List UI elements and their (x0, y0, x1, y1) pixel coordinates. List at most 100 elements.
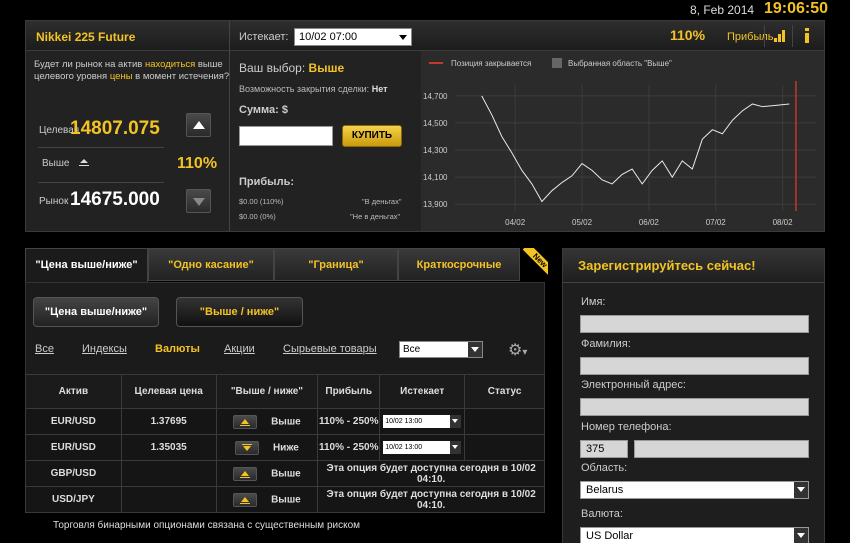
arrow-up-icon (193, 121, 205, 129)
header-divider (764, 25, 765, 47)
chevron-down-icon (450, 415, 462, 428)
col-target[interactable]: Целевая цена (120, 374, 217, 409)
new-badge: New (518, 248, 548, 278)
col-expires[interactable]: Истекает (379, 374, 466, 409)
chevron-down-icon (794, 528, 808, 543)
arrow-down-icon[interactable] (234, 440, 259, 455)
cell-expires: 10/02 13:00 (379, 408, 466, 435)
chevron-down-icon (468, 342, 482, 357)
subtab-high-low[interactable]: "Цена выше/ниже" (33, 297, 159, 327)
profit-itm-label: "В деньгах" (362, 197, 402, 206)
cell-expires: 10/02 13:00 (379, 434, 466, 461)
table-row[interactable]: GBP/USD Выше Эта опция будет доступна се… (25, 460, 545, 487)
cell-asset: EUR/USD (25, 434, 122, 461)
higher-button[interactable] (186, 113, 211, 137)
registration-title: Зарегистрируйтесь сейчас! (563, 249, 824, 283)
region-label: Область: (581, 462, 628, 474)
header-divider (792, 25, 793, 47)
arrow-up-icon[interactable] (233, 466, 258, 481)
arrow-up-icon[interactable] (233, 414, 258, 429)
direction-percent: 110% (177, 155, 218, 172)
cell-target: 1.37695 (120, 408, 217, 435)
filter-commodities[interactable]: Сырьевые товары (283, 343, 377, 355)
currency-label: Валюта: (581, 508, 623, 520)
y-tick-label: 14,100 (423, 173, 448, 182)
phone-number-input[interactable] (634, 440, 809, 458)
expiry-select[interactable]: 10/02 07:00 (294, 28, 412, 46)
tab-boundary[interactable]: "Граница" (274, 248, 398, 281)
col-asset[interactable]: Актив (25, 374, 122, 409)
cell-target: 1.35035 (120, 434, 217, 461)
region-select[interactable]: Belarus (580, 481, 809, 499)
subtab-above-below[interactable]: "Выше / ниже" (176, 297, 303, 327)
currency-select[interactable]: US Dollar (580, 527, 809, 543)
close-option-text: Возможность закрытия сделки: Нет (239, 84, 388, 94)
header-divider (229, 21, 230, 51)
price-series-line (481, 95, 790, 203)
trading-panel: Nikkei 225 Future Истекает: 10/02 07:00 … (25, 20, 850, 232)
chevron-down-icon (450, 441, 462, 454)
arrow-up-small-icon (79, 159, 89, 167)
cell-status (464, 434, 545, 461)
tab-one-touch[interactable]: "Одно касание" (148, 248, 274, 281)
arrow-up-icon[interactable] (233, 492, 258, 507)
info-icon[interactable] (803, 28, 811, 44)
currency-value: US Dollar (586, 530, 634, 542)
last-name-input[interactable] (580, 357, 809, 375)
cell-asset: USD/JPY (25, 486, 122, 513)
filter-select[interactable]: Все (399, 341, 483, 358)
row-expiry-select[interactable]: 10/02 13:00 (383, 415, 462, 428)
cell-asset: GBP/USD (25, 460, 122, 487)
y-tick-label: 13,900 (423, 200, 448, 209)
arrow-down-icon (193, 198, 205, 206)
cell-availability: Эта опция будет доступна сегодня в 10/02… (317, 486, 545, 513)
email-input[interactable] (580, 398, 809, 416)
filter-all[interactable]: Все (35, 343, 54, 355)
payout-percent: 110% (670, 27, 706, 43)
lower-button[interactable] (186, 189, 211, 213)
cell-direction: Выше (215, 486, 319, 513)
current-time: 19:06:50 (764, 0, 829, 17)
x-tick-label: 06/02 (639, 218, 660, 227)
question-text: Будет ли рынок на актив находиться выше … (34, 59, 230, 82)
table-row[interactable]: USD/JPY Выше Эта опция будет доступна се… (25, 486, 545, 513)
column-divider (229, 51, 230, 231)
filter-currencies[interactable]: Валюты (155, 343, 200, 355)
x-tick-label: 07/02 (706, 218, 727, 227)
choice-text: Ваш выбор: Выше (239, 61, 345, 75)
region-value: Belarus (586, 484, 624, 496)
option-type-tabs: "Цена выше/ниже" "Одно касание" "Граница… (25, 248, 548, 283)
phone-code-input[interactable]: 375 (580, 440, 628, 458)
amount-input[interactable] (239, 126, 333, 146)
table-row[interactable]: EUR/USD 1.35035 Ниже 110% - 250% 10/02 1… (25, 434, 545, 461)
email-label: Электронный адрес: (581, 379, 686, 391)
target-price: 14807.075 (70, 118, 160, 139)
cell-profit: 110% - 250% (317, 434, 381, 461)
filter-stocks[interactable]: Акции (224, 343, 255, 355)
tab-high-low[interactable]: "Цена выше/ниже" (25, 248, 148, 283)
payout-label: Прибыль (727, 31, 774, 43)
tab-short-term[interactable]: Краткосрочные (398, 248, 520, 281)
cell-direction: Выше (215, 460, 319, 487)
cell-direction: Выше (215, 408, 319, 435)
divider (38, 147, 164, 148)
x-tick-label: 08/02 (773, 218, 794, 227)
col-profit[interactable]: Прибыль (317, 374, 381, 409)
col-direction[interactable]: "Выше / ниже" (215, 374, 319, 409)
cell-status (464, 408, 545, 435)
filter-indices[interactable]: Индексы (82, 343, 127, 355)
cell-target (120, 460, 217, 487)
col-status[interactable]: Статус (464, 374, 545, 409)
panel-header: Nikkei 225 Future Истекает: 10/02 07:00 … (26, 21, 824, 51)
table-row[interactable]: EUR/USD 1.37695 Выше 110% - 250% 10/02 1… (25, 408, 545, 435)
divider (38, 182, 164, 183)
y-tick-label: 14,500 (423, 119, 448, 128)
legend-area-label: Выбранная область "Выше" (568, 59, 672, 68)
row-expiry-select[interactable]: 10/02 13:00 (383, 441, 462, 454)
cell-asset: EUR/USD (25, 408, 122, 435)
profit-itm-value: $0.00 (110%) (239, 197, 284, 206)
gear-icon[interactable]: ⚙▾ (508, 340, 527, 360)
buy-button[interactable]: КУПИТЬ (342, 125, 402, 147)
signal-bars-icon[interactable] (774, 30, 786, 42)
first-name-input[interactable] (580, 315, 809, 333)
